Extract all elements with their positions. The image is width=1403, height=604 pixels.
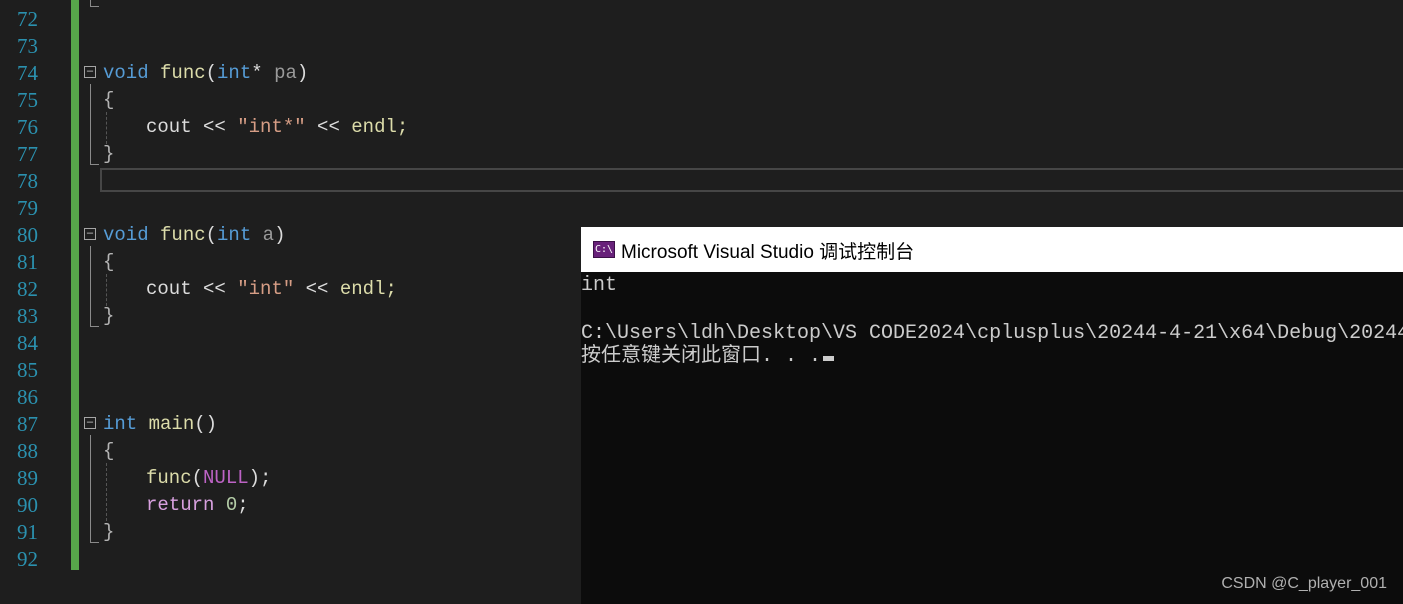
- line-number: 85: [17, 358, 38, 382]
- line-number: 81: [17, 250, 38, 274]
- console-app-icon: C:\: [593, 241, 615, 258]
- line-number: 75: [17, 88, 38, 112]
- debug-console-window[interactable]: C:\ Microsoft Visual Studio 调试控制台 int C:…: [581, 227, 1403, 604]
- open-brace: {: [103, 440, 115, 462]
- collapse-icon[interactable]: −: [84, 65, 96, 78]
- line-number: 74: [17, 61, 38, 85]
- code-line-main-return[interactable]: return 0;: [146, 492, 249, 519]
- code-line-func1-signature[interactable]: void func(int* pa): [103, 60, 308, 87]
- console-title: Microsoft Visual Studio 调试控制台: [621, 242, 915, 263]
- code-line-main-signature[interactable]: int main(): [103, 411, 217, 438]
- close-brace: }: [103, 521, 115, 543]
- line-number: 91: [17, 520, 38, 544]
- collapse-icon[interactable]: −: [84, 227, 96, 240]
- close-brace: }: [103, 305, 115, 327]
- scope-bracket: [90, 246, 99, 327]
- indent-guide: [106, 463, 107, 521]
- console-prompt: 按任意键关闭此窗口. . .: [581, 345, 835, 369]
- console-title-bar[interactable]: C:\ Microsoft Visual Studio 调试控制台: [581, 227, 1403, 272]
- code-line-main-call[interactable]: func(NULL);: [146, 465, 271, 492]
- close-brace: }: [103, 143, 115, 165]
- line-number: 80: [17, 223, 38, 247]
- line-number: 84: [17, 331, 38, 355]
- indent-guide: [106, 274, 107, 306]
- code-line-func2-signature[interactable]: void func(int a): [103, 222, 285, 249]
- line-number: 83: [17, 304, 38, 328]
- console-output-line: int: [581, 274, 618, 297]
- line-number: 87: [17, 412, 38, 436]
- line-number: 89: [17, 466, 38, 490]
- line-number: 90: [17, 493, 38, 517]
- open-brace: {: [103, 251, 115, 273]
- line-number: 72: [17, 7, 38, 31]
- line-number: 73: [17, 34, 38, 58]
- indent-guide: [106, 112, 107, 144]
- collapse-icon[interactable]: −: [84, 416, 96, 429]
- line-number: 88: [17, 439, 38, 463]
- line-number: 78: [17, 169, 38, 193]
- line-number: 79: [17, 196, 38, 220]
- line-number: 82: [17, 277, 38, 301]
- text-cursor: [823, 356, 835, 361]
- code-line-func2-body[interactable]: cout << "int" << endl;: [146, 276, 397, 303]
- line-number: 86: [17, 385, 38, 409]
- console-output-path: C:\Users\ldh\Desktop\VS CODE2024\cpluspl…: [581, 322, 1403, 345]
- line-number: 92: [17, 547, 38, 571]
- open-brace: {: [103, 89, 115, 111]
- scope-bracket: [90, 84, 99, 165]
- code-line-func1-body[interactable]: cout << "int*" << endl;: [146, 114, 408, 141]
- line-number: 76: [17, 115, 38, 139]
- watermark: CSDN @C_player_001: [1221, 575, 1387, 592]
- scope-bracket: [90, 435, 99, 543]
- line-number: 77: [17, 142, 38, 166]
- scope-bracket: [90, 0, 99, 7]
